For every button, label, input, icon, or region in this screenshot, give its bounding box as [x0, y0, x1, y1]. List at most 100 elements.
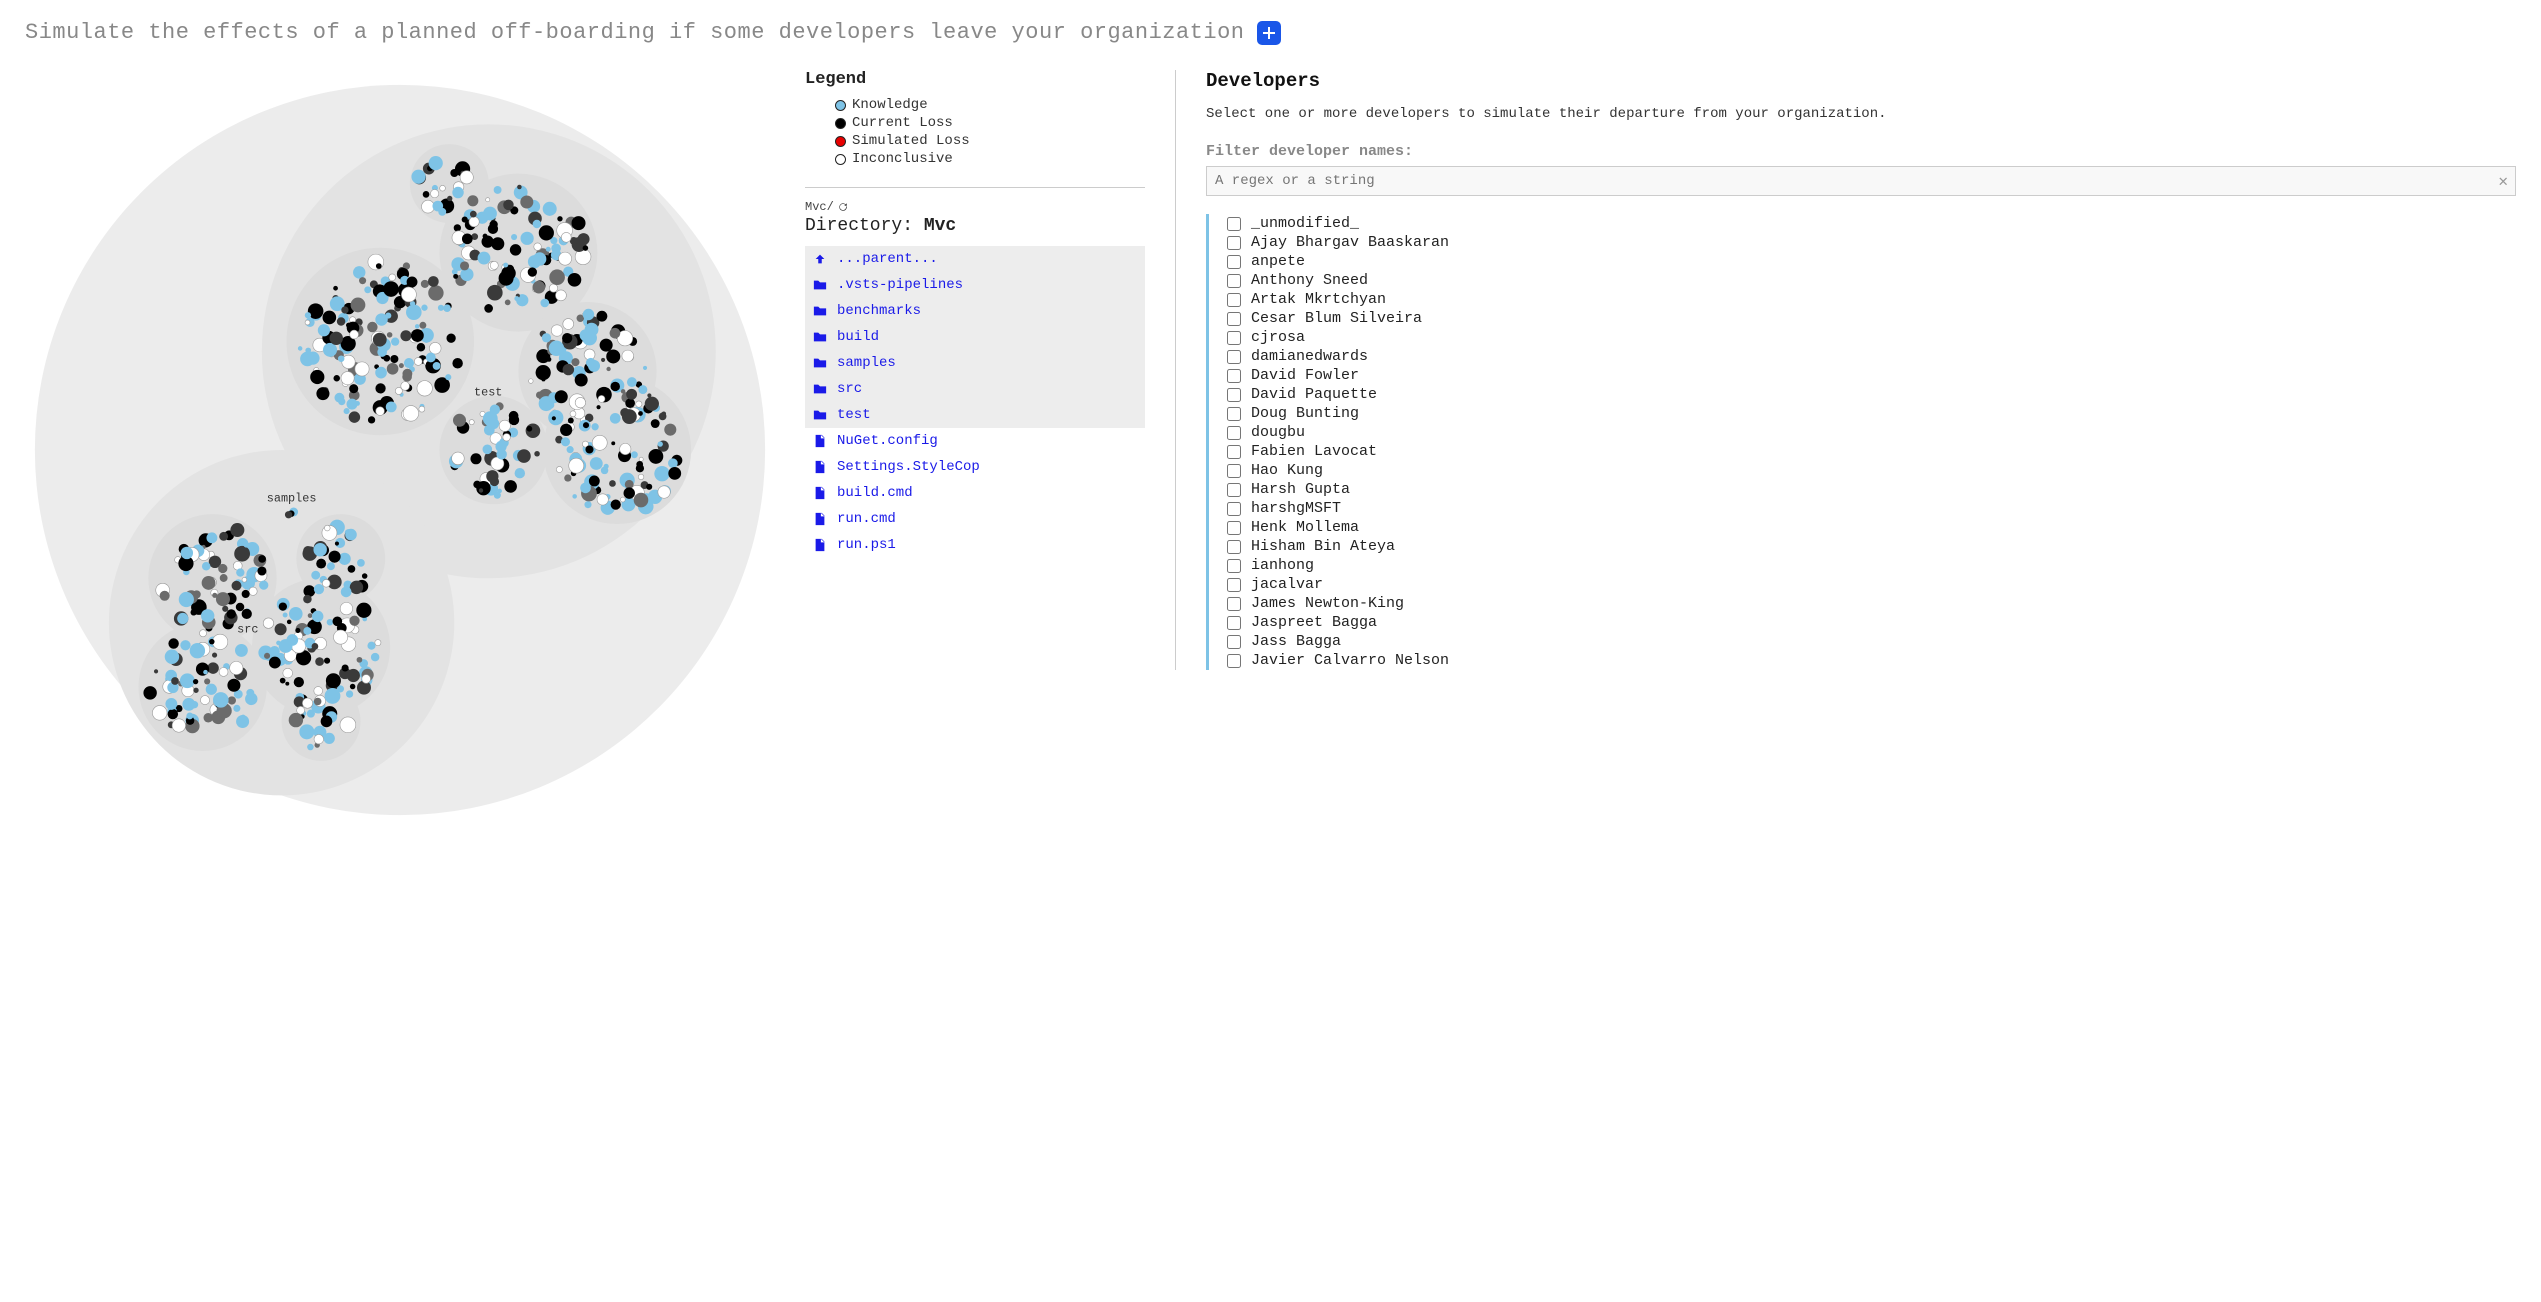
simulated-loss-dot-icon [835, 136, 846, 147]
folder-row[interactable]: test [805, 402, 1145, 428]
up-arrow-icon [813, 252, 827, 266]
entry-label: build.cmd [837, 485, 913, 501]
developer-item[interactable]: damianedwards [1227, 347, 2516, 366]
folder-row[interactable]: benchmarks [805, 298, 1145, 324]
developer-item[interactable]: Harsh Gupta [1227, 480, 2516, 499]
developer-item[interactable]: Cesar Blum Silveira [1227, 309, 2516, 328]
developer-name: Artak Mkrtchyan [1251, 291, 1386, 308]
plus-icon [1261, 25, 1277, 41]
entry-label: samples [837, 355, 896, 371]
developer-checkbox[interactable] [1227, 293, 1241, 307]
developer-item[interactable]: Hisham Bin Ateya [1227, 537, 2516, 556]
developer-item[interactable]: Hao Kung [1227, 461, 2516, 480]
developer-item[interactable]: David Paquette [1227, 385, 2516, 404]
developer-item[interactable]: dougbu [1227, 423, 2516, 442]
developer-filter-input[interactable] [1206, 166, 2516, 196]
developer-checkbox[interactable] [1227, 597, 1241, 611]
developer-name: David Paquette [1251, 386, 1377, 403]
folder-row[interactable]: .vsts-pipelines [805, 272, 1145, 298]
developer-item[interactable]: Artak Mkrtchyan [1227, 290, 2516, 309]
file-row[interactable]: run.cmd [805, 506, 1145, 532]
developer-item[interactable]: Javier Calvarro Nelson [1227, 651, 2516, 670]
developer-checkbox[interactable] [1227, 502, 1241, 516]
folder-row[interactable]: samples [805, 350, 1145, 376]
developer-item[interactable]: jacalvar [1227, 575, 2516, 594]
developer-item[interactable]: anpete [1227, 252, 2516, 271]
file-row[interactable]: NuGet.config [805, 428, 1145, 454]
file-row[interactable]: build.cmd [805, 480, 1145, 506]
developer-list[interactable]: _unmodified_ Ajay Bhargav Baaskaran anpete… [1206, 214, 2516, 670]
developer-item[interactable]: harshgMSFT [1227, 499, 2516, 518]
directory-listing: ...parent... .vsts-pipelinesbenchmarks bui… [805, 246, 1145, 558]
legend-item-current-loss: Current Loss [835, 115, 1145, 131]
developer-item[interactable]: Jaspreet Bagga [1227, 613, 2516, 632]
developers-heading: Developers [1206, 70, 2516, 92]
entry-label: src [837, 381, 862, 397]
developer-item[interactable]: Anthony Sneed [1227, 271, 2516, 290]
developer-name: jacalvar [1251, 576, 1323, 593]
developer-checkbox[interactable] [1227, 578, 1241, 592]
developer-item[interactable]: Doug Bunting [1227, 404, 2516, 423]
developer-name: James Newton-King [1251, 595, 1404, 612]
developer-item[interactable]: Fabien Lavocat [1227, 442, 2516, 461]
developer-checkbox[interactable] [1227, 407, 1241, 421]
knowledge-map[interactable]: samples src test [25, 70, 775, 830]
developer-checkbox[interactable] [1227, 217, 1241, 231]
cluster-label-samples: samples [267, 491, 317, 505]
developer-checkbox[interactable] [1227, 236, 1241, 250]
developer-item[interactable]: Henk Mollema [1227, 518, 2516, 537]
folder-row[interactable]: src [805, 376, 1145, 402]
developer-checkbox[interactable] [1227, 540, 1241, 554]
developer-checkbox[interactable] [1227, 559, 1241, 573]
folder-row[interactable]: build [805, 324, 1145, 350]
knowledge-dot-icon [835, 100, 846, 111]
file-row[interactable]: run.ps1 [805, 532, 1145, 558]
developer-name: Harsh Gupta [1251, 481, 1350, 498]
developer-item[interactable]: ianhong [1227, 556, 2516, 575]
developer-checkbox[interactable] [1227, 464, 1241, 478]
developer-name: _unmodified_ [1251, 215, 1359, 232]
developer-checkbox[interactable] [1227, 274, 1241, 288]
developer-checkbox[interactable] [1227, 616, 1241, 630]
legend-item-knowledge: Knowledge [835, 97, 1145, 113]
directory-title: Directory: Mvc [805, 216, 1145, 236]
developer-name: Ajay Bhargav Baaskaran [1251, 234, 1449, 251]
entry-label: test [837, 407, 871, 423]
developer-checkbox[interactable] [1227, 331, 1241, 345]
developer-name: David Fowler [1251, 367, 1359, 384]
developer-checkbox[interactable] [1227, 654, 1241, 668]
developer-name: dougbu [1251, 424, 1305, 441]
developer-checkbox[interactable] [1227, 426, 1241, 440]
clear-filter-icon[interactable]: ✕ [2498, 171, 2508, 191]
developer-item[interactable]: James Newton-King [1227, 594, 2516, 613]
developer-checkbox[interactable] [1227, 312, 1241, 326]
developer-item[interactable]: Jass Bagga [1227, 632, 2516, 651]
developer-checkbox[interactable] [1227, 255, 1241, 269]
developer-checkbox[interactable] [1227, 635, 1241, 649]
developer-name: Doug Bunting [1251, 405, 1359, 422]
developer-checkbox[interactable] [1227, 521, 1241, 535]
developer-checkbox[interactable] [1227, 445, 1241, 459]
developer-checkbox[interactable] [1227, 369, 1241, 383]
entry-label: build [837, 329, 879, 345]
developer-item[interactable]: Ajay Bhargav Baaskaran [1227, 233, 2516, 252]
entry-label: ...parent... [837, 251, 938, 267]
current-loss-dot-icon [835, 118, 846, 129]
parent-directory-link[interactable]: ...parent... [805, 246, 1145, 272]
file-row[interactable]: Settings.StyleCop [805, 454, 1145, 480]
circle-pack-svg: samples src test [25, 70, 775, 830]
add-button[interactable] [1257, 21, 1281, 45]
developer-checkbox[interactable] [1227, 483, 1241, 497]
developer-name: cjrosa [1251, 329, 1305, 346]
developer-name: anpete [1251, 253, 1305, 270]
developer-checkbox[interactable] [1227, 388, 1241, 402]
developer-item[interactable]: David Fowler [1227, 366, 2516, 385]
breadcrumb[interactable]: Mvc/ [805, 200, 1145, 214]
developer-name: Hao Kung [1251, 462, 1323, 479]
developer-item[interactable]: _unmodified_ [1227, 214, 2516, 233]
developer-checkbox[interactable] [1227, 350, 1241, 364]
file-icon [813, 486, 827, 500]
developer-item[interactable]: cjrosa [1227, 328, 2516, 347]
folder-icon [813, 278, 827, 292]
folder-icon [813, 382, 827, 396]
